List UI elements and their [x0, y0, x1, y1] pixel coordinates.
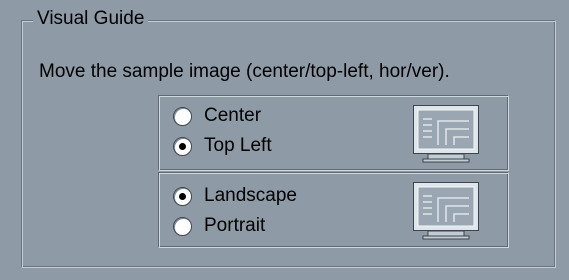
radio-label: Center — [204, 105, 262, 126]
radio-label: Top Left — [204, 135, 272, 156]
instruction-text: Move the sample image (center/top-left, … — [39, 61, 450, 82]
position-options-panel: Center Top Left — [158, 95, 509, 171]
radio-label: Landscape — [204, 185, 297, 206]
monitor-icon — [413, 182, 479, 240]
visual-guide-dialog: Visual Guide Move the sample image (cent… — [0, 0, 569, 280]
monitor-icon — [413, 105, 479, 163]
radio-label: Portrait — [204, 215, 266, 236]
radio-portrait[interactable]: Portrait — [173, 213, 265, 239]
radio-selected-dot — [179, 192, 186, 200]
radio-button[interactable] — [173, 216, 192, 236]
groupbox-title: Visual Guide — [33, 7, 149, 31]
radio-button[interactable] — [173, 106, 192, 126]
radio-top-left[interactable]: Top Left — [173, 133, 272, 159]
radio-button[interactable] — [173, 186, 192, 206]
radio-center[interactable]: Center — [173, 103, 261, 129]
radio-button[interactable] — [173, 136, 192, 156]
orientation-options-panel: Landscape Portrait — [158, 172, 509, 248]
radio-landscape[interactable]: Landscape — [173, 183, 297, 209]
radio-selected-dot — [179, 142, 186, 150]
